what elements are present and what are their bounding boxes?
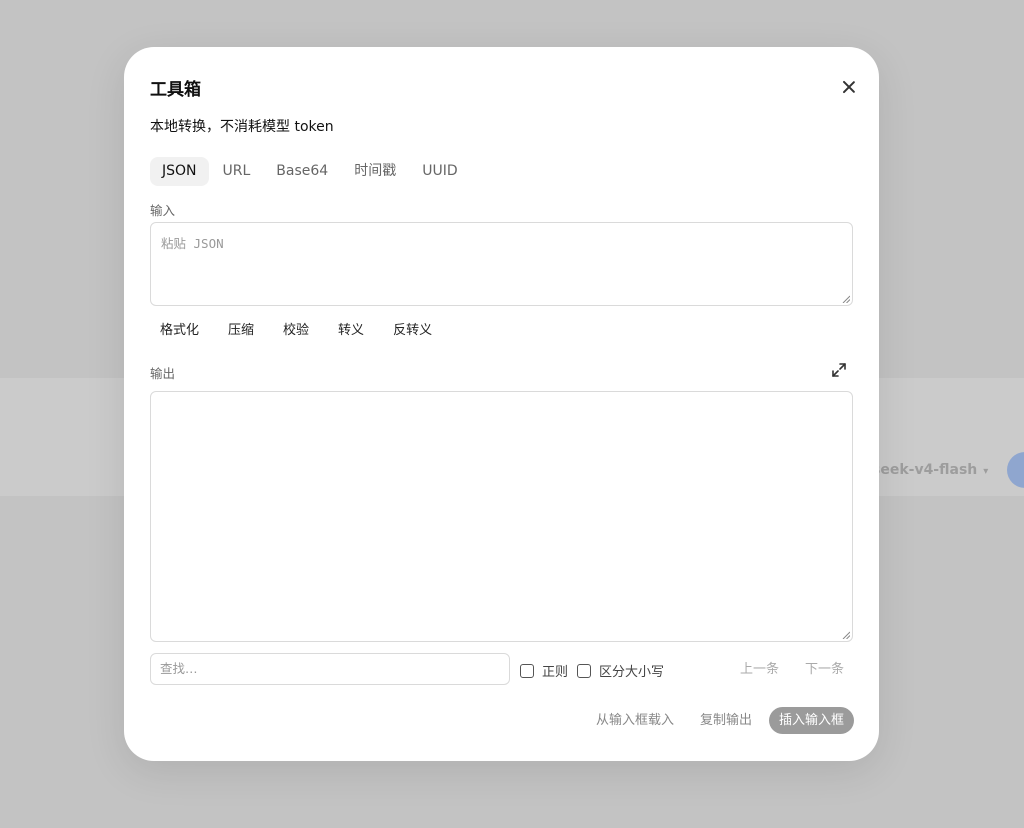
background-model-selector: seek-v4-flash ▾ — [872, 462, 988, 478]
load-from-input-button[interactable]: 从输入框载入 — [586, 707, 684, 734]
search-placeholder: 查找… — [160, 661, 198, 676]
next-match-button[interactable]: 下一条 — [795, 659, 854, 681]
escape-button[interactable]: 转义 — [328, 318, 374, 344]
validate-button[interactable]: 校验 — [273, 318, 319, 344]
close-icon[interactable] — [838, 76, 860, 98]
tab-base64[interactable]: Base64 — [264, 157, 340, 186]
json-input[interactable]: 粘贴 JSON — [150, 222, 853, 306]
json-actions: 格式化 压缩 校验 转义 反转义 — [150, 318, 451, 344]
minify-button[interactable]: 压缩 — [218, 318, 264, 344]
tab-uuid[interactable]: UUID — [410, 157, 469, 186]
checkbox-box[interactable] — [577, 663, 591, 678]
insert-into-input-button[interactable]: 插入输入框 — [769, 707, 855, 734]
tab-timestamp[interactable]: 时间戳 — [342, 157, 408, 186]
prev-match-button[interactable]: 上一条 — [730, 659, 789, 681]
copy-output-button[interactable]: 复制输出 — [690, 707, 762, 734]
background-model-label: seek-v4-flash — [872, 462, 978, 478]
format-button[interactable]: 格式化 — [150, 318, 209, 344]
unescape-button[interactable]: 反转义 — [383, 318, 442, 344]
tool-tabs: JSON URL Base64 时间戳 UUID — [150, 157, 472, 186]
output-label: 输出 — [150, 366, 176, 381]
checkbox-box[interactable] — [520, 663, 534, 678]
case-sensitive-checkbox[interactable]: 区分大小写 — [577, 661, 664, 680]
dialog-title: 工具箱 — [150, 80, 201, 100]
chevron-down-icon: ▾ — [983, 466, 989, 477]
json-input-placeholder: 粘贴 JSON — [161, 236, 224, 251]
search-input[interactable]: 查找… — [150, 653, 510, 685]
json-output[interactable] — [150, 391, 853, 642]
regex-label: 正则 — [542, 665, 569, 680]
regex-checkbox[interactable]: 正则 — [520, 661, 568, 680]
tab-json[interactable]: JSON — [150, 157, 209, 186]
expand-icon[interactable] — [830, 361, 848, 379]
toolbox-dialog: 工具箱 本地转换，不消耗模型 token JSON URL Base64 时间戳… — [124, 47, 879, 761]
dialog-subtitle: 本地转换，不消耗模型 token — [150, 119, 334, 135]
resize-handle-icon[interactable] — [842, 631, 850, 639]
tab-url[interactable]: URL — [211, 157, 263, 186]
input-label: 输入 — [150, 203, 176, 218]
case-sensitive-label: 区分大小写 — [599, 665, 665, 680]
resize-handle-icon[interactable] — [842, 295, 850, 303]
